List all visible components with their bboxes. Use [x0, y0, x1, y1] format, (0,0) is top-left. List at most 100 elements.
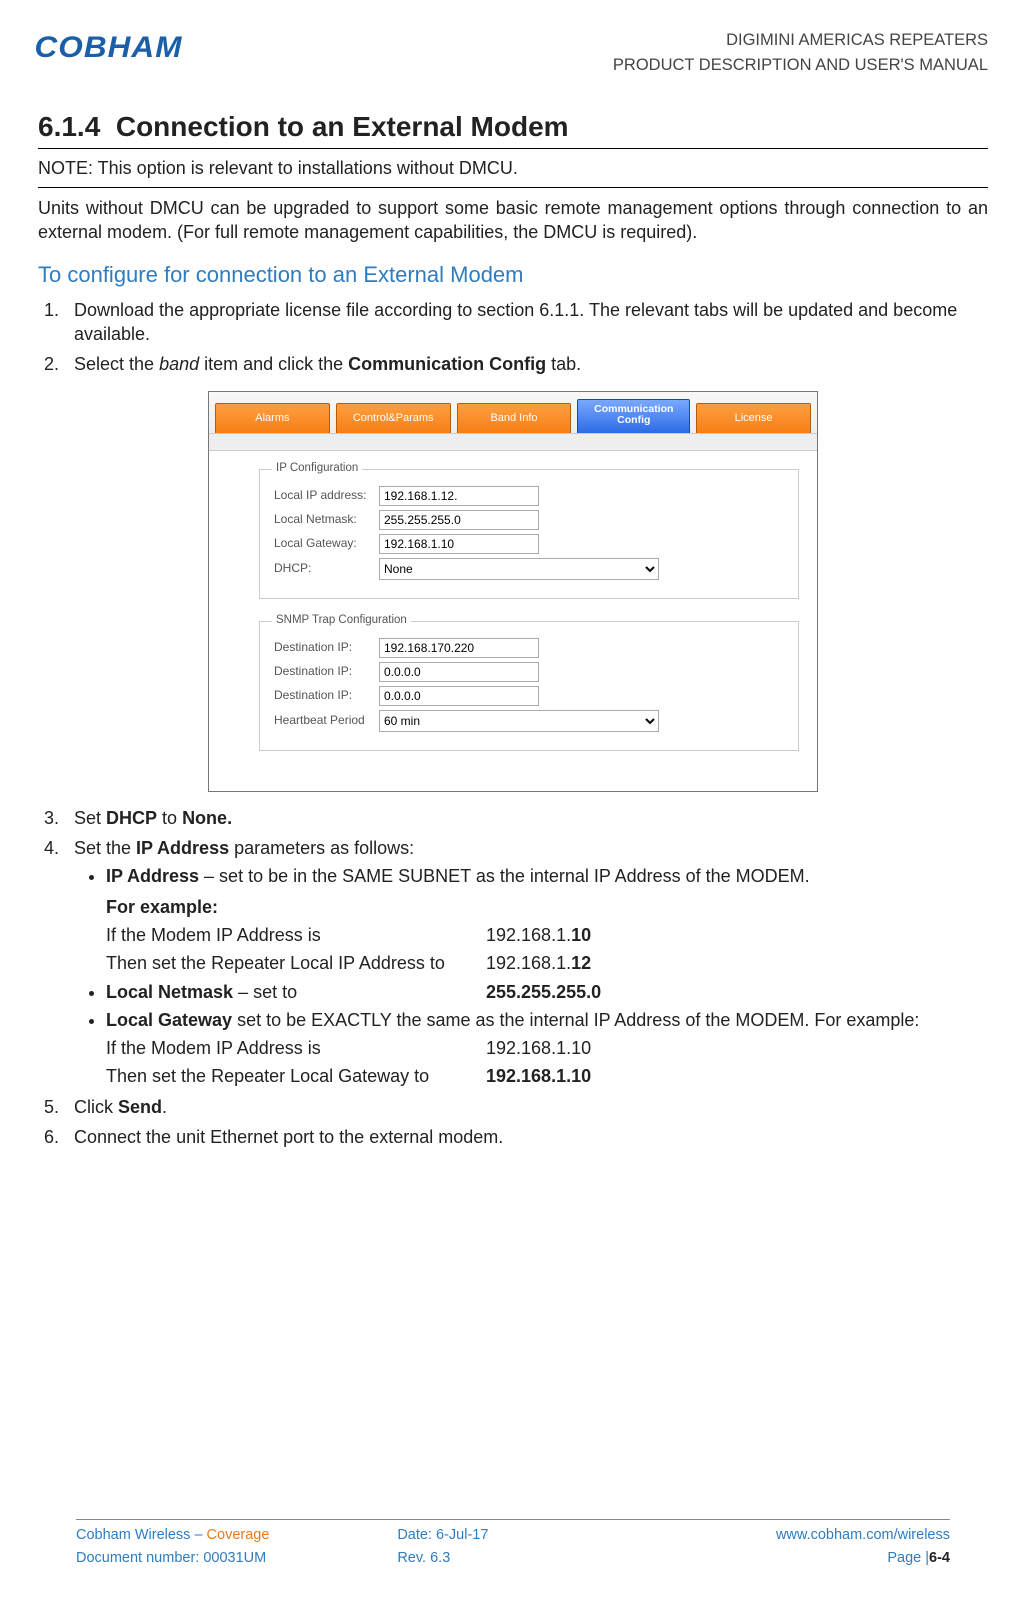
bullet-ip-address: IP Address – set to be in the SAME SUBNE…	[106, 864, 988, 975]
embedded-screenshot: Alarms Control&Params Band Info Communic…	[208, 391, 818, 792]
ripre: 192.168.1.	[486, 953, 571, 973]
snmp-trap-fieldset: SNMP Trap Configuration Destination IP: …	[259, 621, 799, 751]
tab-band-info[interactable]: Band Info	[457, 403, 572, 433]
modem-ip-label: If the Modem IP Address is	[106, 923, 486, 947]
dest-ip-1-input[interactable]	[379, 638, 539, 658]
step-2: Select the band item and click the Commu…	[64, 352, 988, 376]
step4-bullets: IP Address – set to be in the SAME SUBNE…	[74, 864, 988, 1088]
step-3: Set DHCP to None.	[64, 806, 988, 830]
s5a: Click	[74, 1097, 118, 1117]
b3b: set to be EXACTLY the same as the intern…	[232, 1010, 919, 1030]
ribold: 12	[571, 953, 591, 973]
logo: COBHAM	[34, 28, 182, 69]
heartbeat-select[interactable]: 60 min	[379, 710, 659, 732]
s3d: None.	[182, 808, 232, 828]
repeater-ip-value: 192.168.1.12	[486, 951, 591, 975]
step-6: Connect the unit Ethernet port to the ex…	[64, 1125, 988, 1149]
step2-band: band	[159, 354, 199, 374]
dest-ip-2-input[interactable]	[379, 662, 539, 682]
b2b: – set to	[233, 982, 297, 1002]
step2-text-a: Select the	[74, 354, 159, 374]
footer-page-prefix: Page |	[887, 1550, 929, 1566]
repeater-ip-label: Then set the Repeater Local IP Address t…	[106, 951, 486, 975]
rule-bottom	[38, 187, 988, 188]
local-netmask-label: Local Netmask:	[274, 513, 379, 527]
footer-date: Date: 6-Jul-17	[367, 1526, 658, 1546]
footer-coverage: Coverage	[207, 1527, 270, 1543]
doc-title-2: PRODUCT DESCRIPTION AND USER'S MANUAL	[613, 53, 988, 78]
footer-page-number: 6-4	[929, 1550, 950, 1566]
tab-communication-config[interactable]: Communication Config	[577, 399, 690, 433]
footer-company: Cobham Wireless – Coverage	[76, 1526, 367, 1546]
s5c: .	[162, 1097, 167, 1117]
s3a: Set	[74, 808, 106, 828]
send-label: Send	[118, 1097, 162, 1117]
note: NOTE: This option is relevant to install…	[38, 153, 988, 182]
bullet-local-gateway: Local Gateway set to be EXACTLY the same…	[106, 1008, 988, 1089]
horizontal-scrollbar[interactable]	[209, 434, 817, 451]
footer-cobham: Cobham Wireless	[76, 1527, 190, 1543]
dhcp-label: DHCP:	[274, 562, 379, 576]
gw-repeater-label: Then set the Repeater Local Gateway to	[106, 1064, 486, 1088]
rule-top	[38, 148, 988, 149]
tab-control-params[interactable]: Control&Params	[336, 403, 451, 433]
header-right: DIGIMINI AMERICAS REPEATERS PRODUCT DESC…	[613, 28, 988, 78]
procedure-heading: To configure for connection to an Extern…	[38, 260, 988, 290]
page-header: COBHAM DIGIMINI AMERICAS REPEATERS PRODU…	[38, 28, 988, 78]
mibold: 10	[571, 925, 591, 945]
local-gateway-input[interactable]	[379, 534, 539, 554]
section-heading: 6.1.4 Connection to an External Modem	[38, 108, 988, 146]
s4b: IP Address	[136, 838, 229, 858]
footer-dash: –	[190, 1527, 206, 1543]
footer-url: www.cobham.com/wireless	[659, 1526, 950, 1546]
page-footer: Cobham Wireless – Coverage Date: 6-Jul-1…	[76, 1519, 950, 1569]
tab-alarms[interactable]: Alarms	[215, 403, 330, 433]
local-ip-label: Local IP address:	[274, 489, 379, 503]
section-number: 6.1.4	[38, 111, 100, 142]
b3a: Local Gateway	[106, 1010, 232, 1030]
bullet-local-netmask: Local Netmask – set to 255.255.255.0	[106, 980, 988, 1004]
snmp-legend: SNMP Trap Configuration	[272, 613, 411, 629]
dest-ip-3-label: Destination IP:	[274, 689, 379, 703]
dhcp-select[interactable]: None	[379, 558, 659, 580]
tab-license[interactable]: License	[696, 403, 811, 433]
b2a: Local Netmask	[106, 982, 233, 1002]
section-title: Connection to an External Modem	[116, 111, 569, 142]
local-ip-input[interactable]	[379, 486, 539, 506]
screenshot-body: IP Configuration Local IP address: Local…	[209, 451, 817, 791]
netmask-value: 255.255.255.0	[486, 980, 601, 1004]
doc-title-1: DIGIMINI AMERICAS REPEATERS	[613, 28, 988, 53]
b1b: – set to be in the SAME SUBNET as the in…	[199, 866, 810, 886]
procedure-list-continued: Set DHCP to None. Set the IP Address par…	[38, 806, 988, 1150]
ip-configuration-fieldset: IP Configuration Local IP address: Local…	[259, 469, 799, 599]
s4a: Set the	[74, 838, 136, 858]
step-5: Click Send.	[64, 1095, 988, 1119]
gw-modem-label: If the Modem IP Address is	[106, 1036, 486, 1060]
step-1: Download the appropriate license file ac…	[64, 298, 988, 347]
heartbeat-label: Heartbeat Period	[274, 714, 379, 728]
ip-config-legend: IP Configuration	[272, 461, 362, 477]
step2-text-e: tab.	[546, 354, 581, 374]
intro-paragraph: Units without DMCU can be upgraded to su…	[38, 196, 988, 245]
step-4: Set the IP Address parameters as follows…	[64, 836, 988, 1089]
footer-docnum: Document number: 00031UM	[76, 1549, 367, 1569]
dest-ip-3-input[interactable]	[379, 686, 539, 706]
s3b: DHCP	[106, 808, 157, 828]
mipre: 192.168.1.	[486, 925, 571, 945]
for-example: For example:	[106, 895, 988, 919]
gw-repeater-value: 192.168.1.10	[486, 1064, 591, 1088]
b1a: IP Address	[106, 866, 199, 886]
s4c: parameters as follows:	[229, 838, 414, 858]
step2-text-c: item and click the	[199, 354, 348, 374]
s3c: to	[157, 808, 182, 828]
gw-modem-value: 192.168.1.10	[486, 1036, 591, 1060]
step2-tab: Communication Config	[348, 354, 546, 374]
tab-bar: Alarms Control&Params Band Info Communic…	[209, 392, 817, 434]
modem-ip-value: 192.168.1.10	[486, 923, 591, 947]
local-netmask-input[interactable]	[379, 510, 539, 530]
dest-ip-1-label: Destination IP:	[274, 641, 379, 655]
dest-ip-2-label: Destination IP:	[274, 665, 379, 679]
footer-page: Page |6-4	[659, 1549, 950, 1569]
local-gateway-label: Local Gateway:	[274, 537, 379, 551]
procedure-list: Download the appropriate license file ac…	[38, 298, 988, 377]
